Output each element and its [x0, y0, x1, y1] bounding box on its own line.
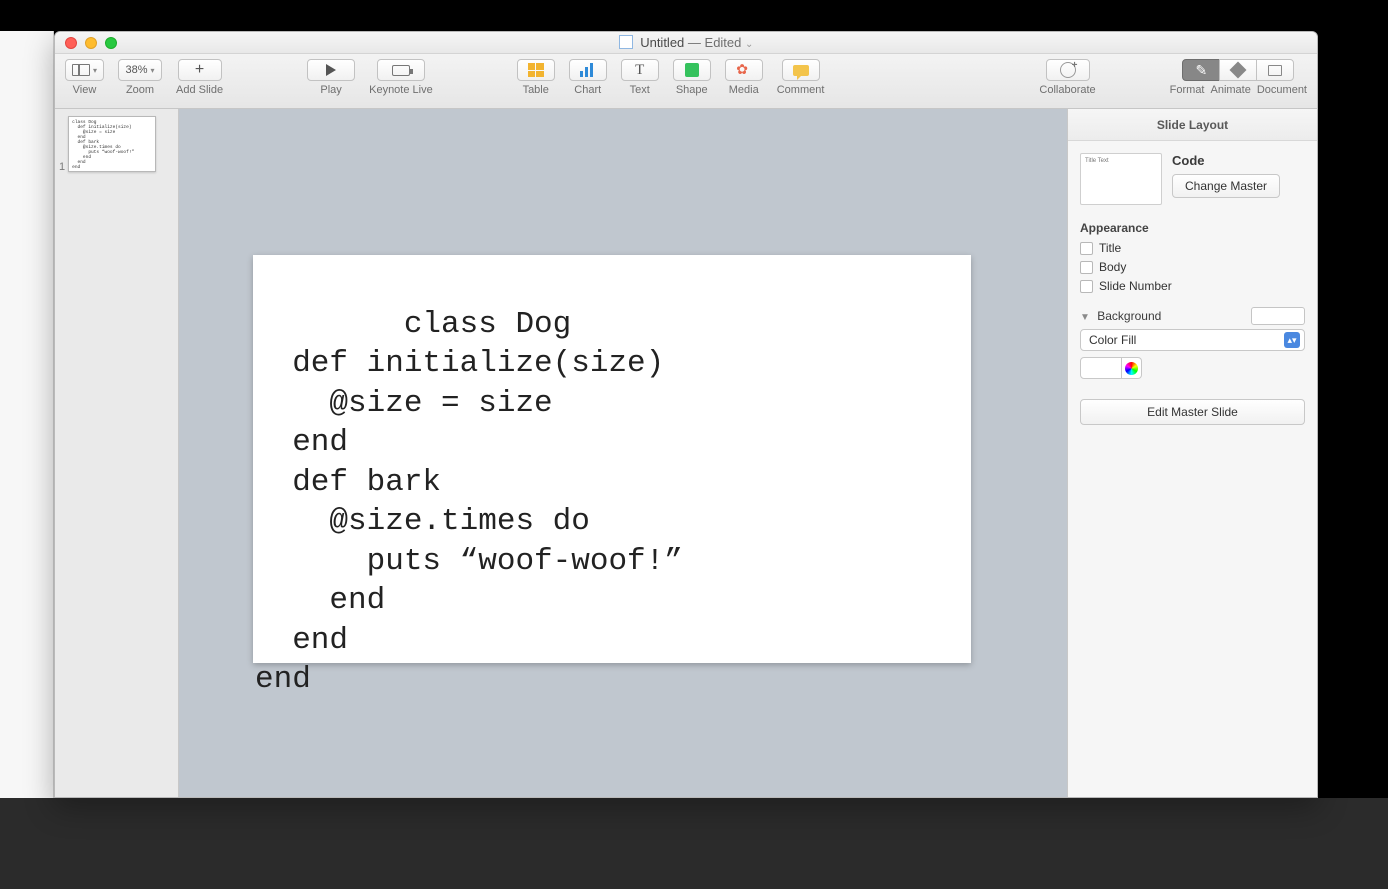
- toolbar: ▾ View 38% ▾ Zoom + Add Slide Play Keynot…: [55, 54, 1317, 109]
- paintbrush-icon: ✎: [1195, 62, 1207, 79]
- comment-label: Comment: [777, 84, 825, 96]
- window-title[interactable]: Untitled — Edited ⌄: [55, 35, 1317, 50]
- play-button[interactable]: [307, 59, 355, 81]
- color-wheel-icon: [1125, 362, 1138, 375]
- titlebar: Untitled — Edited ⌄: [55, 32, 1317, 54]
- comment-button[interactable]: [782, 59, 820, 81]
- appearance-slidenum-row[interactable]: Slide Number: [1080, 279, 1305, 293]
- background-swatch[interactable]: [1251, 307, 1305, 325]
- slide-thumbnail-preview: class Dog def initialize(size) @size = s…: [68, 116, 156, 172]
- view-button[interactable]: ▾: [65, 59, 104, 81]
- media-label: Media: [729, 84, 759, 96]
- zoom-label: Zoom: [126, 84, 154, 96]
- appearance-heading: Appearance: [1080, 221, 1305, 235]
- zoom-value: 38%: [125, 64, 147, 76]
- window-title-state: — Edited: [688, 35, 741, 50]
- chevron-down-icon: ▾: [93, 66, 97, 75]
- shape-label: Shape: [676, 84, 708, 96]
- zoom-button[interactable]: 38% ▾: [118, 59, 162, 81]
- add-slide-label: Add Slide: [176, 84, 223, 96]
- document-glyph-icon: [619, 35, 633, 49]
- document-label: Document: [1257, 84, 1307, 96]
- chevron-down-icon: ▾: [151, 66, 155, 75]
- select-arrows-icon: ▴▾: [1284, 332, 1300, 348]
- slide[interactable]: class Dog def initialize(size) @size = s…: [253, 255, 971, 663]
- fill-type-select[interactable]: Color Fill ▴▾: [1080, 329, 1305, 351]
- inspector-header: Slide Layout: [1068, 109, 1317, 141]
- text-label: Text: [630, 84, 650, 96]
- view-icon: [72, 64, 90, 76]
- format-label: Format: [1170, 84, 1205, 96]
- master-row: Title Text Code Change Master: [1080, 153, 1305, 205]
- view-label: View: [73, 84, 97, 96]
- checkbox-body-label: Body: [1099, 260, 1126, 274]
- chart-icon: [580, 63, 596, 77]
- collaborate-button[interactable]: [1046, 59, 1090, 81]
- document-tab[interactable]: [1256, 59, 1294, 81]
- minimize-icon[interactable]: [85, 37, 97, 49]
- slide-navigator[interactable]: 1 class Dog def initialize(size) @size =…: [55, 109, 179, 797]
- keynote-window: Untitled — Edited ⌄ ▾ View 38% ▾ Zoom + A…: [54, 31, 1318, 798]
- format-tab[interactable]: ✎: [1182, 59, 1220, 81]
- checkbox-slidenum-label: Slide Number: [1099, 279, 1172, 293]
- collaborate-label: Collaborate: [1039, 84, 1095, 96]
- inspector-body: Title Text Code Change Master Appearance…: [1068, 141, 1317, 437]
- appearance-body-row[interactable]: Body: [1080, 260, 1305, 274]
- comment-icon: [793, 65, 809, 76]
- keynote-live-label: Keynote Live: [369, 84, 433, 96]
- edit-master-slide-button[interactable]: Edit Master Slide: [1080, 399, 1305, 425]
- add-slide-button[interactable]: +: [178, 59, 222, 81]
- table-icon: [528, 63, 544, 77]
- appearance-title-row[interactable]: Title: [1080, 241, 1305, 255]
- slide-thumbnail[interactable]: 1 class Dog def initialize(size) @size =…: [55, 114, 178, 175]
- traffic-lights: [55, 37, 117, 49]
- broadcast-icon: [392, 65, 410, 76]
- disclosure-triangle-icon[interactable]: ▼: [1080, 312, 1090, 323]
- background-row: ▼ Background: [1080, 307, 1305, 325]
- play-label: Play: [320, 84, 341, 96]
- table-label: Table: [523, 84, 549, 96]
- workspace: 1 class Dog def initialize(size) @size =…: [55, 109, 1317, 797]
- document-icon: [1268, 65, 1282, 76]
- color-well[interactable]: [1080, 357, 1122, 379]
- background-label: Background: [1097, 309, 1161, 323]
- text-icon: T: [635, 62, 644, 79]
- shape-button[interactable]: [673, 59, 711, 81]
- media-button[interactable]: [725, 59, 763, 81]
- plus-icon: +: [195, 63, 204, 77]
- animate-label: Animate: [1211, 84, 1251, 96]
- change-master-button[interactable]: Change Master: [1172, 174, 1280, 198]
- checkbox-body[interactable]: [1080, 261, 1093, 274]
- desktop-sidebar-placeholder: [0, 31, 54, 798]
- color-wheel-button[interactable]: [1122, 357, 1142, 379]
- canvas[interactable]: class Dog def initialize(size) @size = s…: [179, 109, 1067, 797]
- checkbox-title[interactable]: [1080, 242, 1093, 255]
- collaborate-icon: [1060, 62, 1076, 78]
- chevron-down-icon: ⌄: [745, 39, 753, 50]
- text-button[interactable]: T: [621, 59, 659, 81]
- media-icon: [736, 63, 751, 78]
- table-button[interactable]: [517, 59, 555, 81]
- inspector: Slide Layout Title Text Code Change Mast…: [1067, 109, 1317, 797]
- animate-tab[interactable]: [1219, 59, 1257, 81]
- chart-button[interactable]: [569, 59, 607, 81]
- diamond-icon: [1230, 62, 1247, 79]
- master-name: Code: [1172, 153, 1305, 168]
- checkbox-slidenum[interactable]: [1080, 280, 1093, 293]
- inspector-tabs: ✎: [1182, 59, 1294, 81]
- slide-code-text[interactable]: class Dog def initialize(size) @size = s…: [255, 307, 683, 698]
- fill-type-value: Color Fill: [1089, 333, 1136, 347]
- play-icon: [326, 64, 336, 76]
- master-preview[interactable]: Title Text: [1080, 153, 1162, 205]
- window-title-doc: Untitled: [640, 35, 684, 50]
- keynote-live-button[interactable]: [377, 59, 425, 81]
- slide-index: 1: [59, 161, 65, 173]
- chart-label: Chart: [574, 84, 601, 96]
- color-picker-row: [1080, 357, 1305, 379]
- close-icon[interactable]: [65, 37, 77, 49]
- maximize-icon[interactable]: [105, 37, 117, 49]
- dock-strip: [0, 798, 1388, 889]
- checkbox-title-label: Title: [1099, 241, 1121, 255]
- shape-icon: [685, 63, 699, 77]
